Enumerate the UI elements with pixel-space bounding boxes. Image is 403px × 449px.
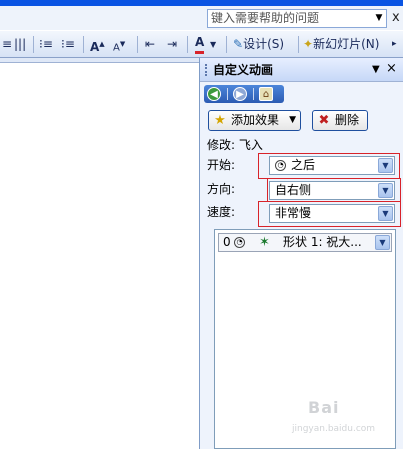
toolbar-separator: [187, 36, 188, 53]
nav-separator: [253, 88, 254, 100]
direction-label: 方向:: [207, 182, 236, 196]
bullets-icon[interactable]: ⁝≡: [61, 35, 75, 54]
start-label: 开始:: [207, 158, 236, 172]
increase-indent-icon[interactable]: ⇥: [167, 35, 177, 54]
remove-x-icon: ✖: [318, 113, 330, 128]
align-right-icon[interactable]: ≡: [2, 35, 12, 54]
toolbar-separator: [33, 36, 34, 53]
add-effect-dropdown-icon: ▼: [289, 115, 296, 125]
watermark: Bai jingyan.baidu.com: [286, 386, 398, 442]
modify-effect-label: 修改: 飞入: [207, 138, 263, 152]
chevron-down-icon[interactable]: ▼: [375, 235, 390, 250]
add-effect-star-icon: ★: [214, 113, 226, 128]
highlight-box-speed: [258, 201, 401, 227]
help-dropdown-arrow-icon[interactable]: ▼: [372, 10, 386, 27]
pane-menu-dropdown-icon[interactable]: ▼: [372, 63, 380, 77]
watermark-text: Bai: [308, 398, 340, 417]
highlight-box-start: [258, 153, 400, 179]
add-effect-label: 添加效果: [231, 113, 280, 127]
pane-close-icon[interactable]: ×: [386, 61, 397, 77]
new-slide-button[interactable]: ✦新幻灯片(N): [303, 35, 379, 54]
toolbar-options-icon[interactable]: ▸: [392, 35, 397, 54]
increase-font-icon[interactable]: A▲: [90, 35, 105, 54]
toolbar-separator: [298, 36, 299, 53]
clock-icon: ◔: [234, 237, 245, 248]
close-document-icon[interactable]: x: [392, 8, 403, 28]
decrease-font-icon[interactable]: A▼: [113, 35, 125, 54]
toolbar-separator: [137, 36, 138, 53]
watermark-subtext: jingyan.baidu.com: [292, 424, 376, 434]
decrease-indent-icon[interactable]: ⇤: [145, 35, 155, 54]
list-item[interactable]: 0 ◔ ✶ 形状 1: 祝大... ▼: [218, 233, 392, 252]
home-icon[interactable]: ⌂: [259, 87, 273, 101]
numbering-icon[interactable]: ⁝≡: [39, 35, 53, 54]
speed-label: 速度:: [207, 205, 236, 219]
font-color-icon[interactable]: A: [195, 35, 205, 54]
pane-navigation-bar: ◀ ▶ ⌂: [204, 85, 284, 103]
distribute-icon[interactable]: |||: [14, 35, 26, 54]
new-slide-icon: ✦: [303, 37, 314, 51]
font-color-dropdown-icon[interactable]: ▼: [210, 35, 216, 54]
remove-label: 删除: [335, 113, 360, 127]
design-button[interactable]: ✎设计(S): [233, 35, 284, 54]
task-pane-header: 自定义动画 ▼ ×: [200, 58, 403, 82]
help-search-input[interactable]: 键入需要帮助的问题: [207, 9, 387, 28]
forward-arrow-icon[interactable]: ▶: [233, 87, 247, 101]
pane-grip-handle[interactable]: [205, 64, 207, 76]
nav-separator: [227, 88, 228, 100]
slide-editing-area[interactable]: [0, 64, 199, 449]
toolbar-separator: [226, 36, 227, 53]
new-slide-label: 新幻灯片(N): [313, 37, 380, 51]
task-pane-title: 自定义动画: [213, 63, 274, 77]
back-arrow-icon[interactable]: ◀: [207, 87, 221, 101]
view-tab-strip: [0, 58, 200, 63]
toolbar-separator: [83, 36, 84, 53]
animation-label: 形状 1: 祝大...: [283, 235, 362, 249]
highlight-box-direction: [267, 178, 401, 202]
add-effect-button[interactable]: ★ 添加效果 ▼: [208, 110, 301, 131]
design-icon: ✎: [233, 37, 244, 51]
remove-button[interactable]: ✖ 删除: [312, 110, 368, 131]
star-effect-icon: ✶: [259, 235, 270, 250]
design-label: 设计(S): [243, 37, 285, 51]
animation-order: 0: [223, 235, 231, 249]
formatting-toolbar: ≡ ||| ⁝≡ ⁝≡ A▲ A▼ ⇤ ⇥ A ▼ ✎设计(S) ✦新幻灯片(N…: [0, 31, 403, 58]
